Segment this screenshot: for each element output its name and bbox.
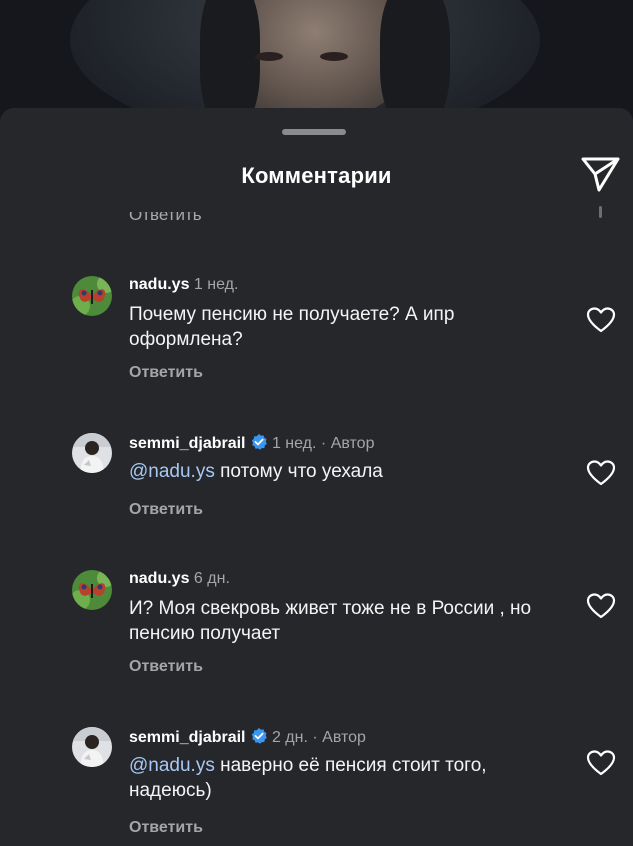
username[interactable]: semmi_djabrail [129, 435, 246, 452]
heart-outline-icon[interactable] [586, 592, 616, 620]
avatar[interactable] [72, 433, 112, 473]
reply-button[interactable]: Ответить [129, 658, 203, 676]
comments-sheet: Комментарии Ответить nadu.ys 1 нед. Поче… [0, 108, 633, 846]
heart-outline-icon[interactable] [586, 306, 616, 334]
timestamp: 1 нед. [271, 435, 317, 452]
comment-meta: semmi_djabrail 2 дн. · Автор [129, 727, 366, 747]
photo-hair-left [200, 0, 260, 120]
mention-link[interactable]: @nadu.ys [129, 461, 215, 482]
sheet-grabber[interactable] [282, 129, 346, 135]
background-photo [0, 0, 633, 120]
heart-outline-icon[interactable] [586, 459, 616, 487]
comment-meta: nadu.ys 6 дн. [129, 570, 230, 588]
scroll-indicator[interactable] [599, 206, 602, 218]
photo-eye-left [255, 52, 283, 61]
separator-dot: · [312, 729, 318, 746]
comment-meta: nadu.ys 1 нед. [129, 276, 238, 294]
heart-outline-icon[interactable] [586, 749, 616, 777]
mention-link[interactable]: @nadu.ys [129, 755, 215, 776]
comment-body: Почему пенсию не получаете? А ипр оформл… [129, 304, 455, 350]
reply-button[interactable]: Ответить [129, 212, 202, 225]
username[interactable]: semmi_djabrail [129, 729, 246, 746]
verified-badge-icon [250, 433, 268, 451]
avatar[interactable] [72, 276, 112, 316]
comment-text: @nadu.ys наверно её пенсия стоит того, н… [129, 753, 559, 803]
username[interactable]: nadu.ys [129, 276, 189, 293]
timestamp: 1 нед. [193, 276, 239, 293]
avatar[interactable] [72, 727, 112, 767]
paper-plane-icon[interactable] [578, 154, 622, 194]
comment-body: потому что уехала [220, 461, 383, 482]
comment-text: Почему пенсию не получаете? А ипр оформл… [129, 302, 559, 352]
sheet-title: Комментарии [241, 163, 392, 188]
reply-button[interactable]: Ответить [129, 364, 203, 382]
comment-text: @nadu.ys потому что уехала [129, 459, 559, 484]
author-badge: Автор [322, 729, 366, 746]
reply-button[interactable]: Ответить [129, 501, 203, 519]
reply-button[interactable]: Ответить [129, 819, 203, 837]
verified-badge-icon [250, 727, 268, 745]
photo-hair-right [380, 0, 450, 120]
separator-dot: · [320, 435, 327, 452]
avatar[interactable] [72, 570, 112, 610]
timestamp: 6 дн. [193, 570, 230, 587]
comment-body: И? Моя свекровь живет тоже не в России ,… [129, 598, 532, 644]
comment-text: И? Моя свекровь живет тоже не в России ,… [129, 596, 559, 646]
username[interactable]: nadu.ys [129, 570, 189, 587]
photo-eye-right [320, 52, 348, 61]
timestamp: 2 дн. [271, 729, 308, 746]
comment-meta: semmi_djabrail 1 нед. · Автор [129, 433, 374, 453]
author-badge: Автор [330, 435, 375, 452]
